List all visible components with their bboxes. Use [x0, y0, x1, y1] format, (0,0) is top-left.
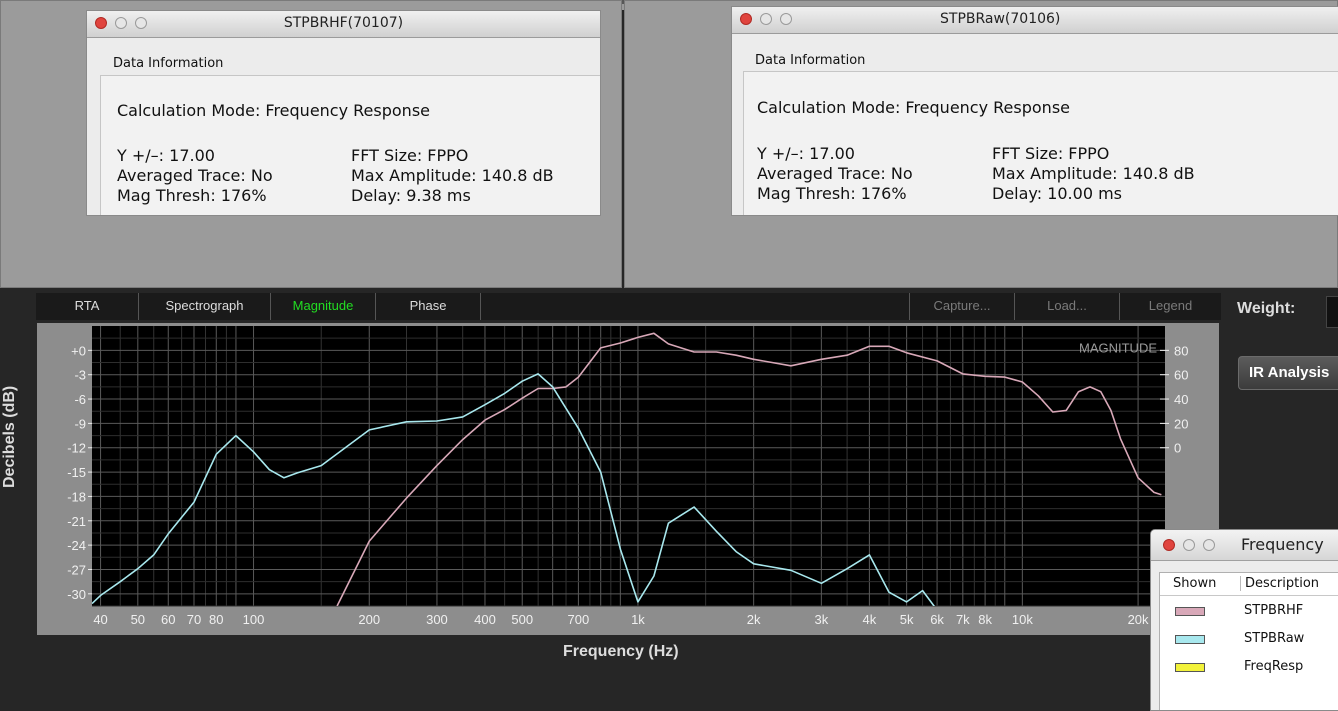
legend-header: Shown Description [1160, 573, 1338, 596]
x-tick-label: 5k [900, 612, 914, 627]
x-tick-label: 500 [511, 612, 533, 627]
x-tick-label: 20k [1128, 612, 1149, 627]
y-tick-label: -6 [74, 392, 86, 407]
right-tick-label: 0 [1174, 441, 1181, 456]
legend-row[interactable]: STPBRHF [1160, 600, 1338, 624]
right-tick-label: 60 [1174, 368, 1188, 383]
x-tick-label: 700 [568, 612, 590, 627]
y-tick-label: +0 [71, 343, 86, 358]
y-tick-label: -3 [74, 368, 86, 383]
y-axis-label: Decibels (dB) [1, 385, 18, 488]
x-tick-label: 10k [1012, 612, 1033, 627]
x-tick-label: 4k [863, 612, 877, 627]
magnitude-chart[interactable]: +0-3-6-9-12-15-18-21-24-27-3080604020040… [0, 0, 1338, 697]
legend-description: FreqResp [1244, 659, 1304, 674]
x-axis-label: Frequency (Hz) [563, 643, 679, 660]
x-tick-label: 1k [631, 612, 645, 627]
y-tick-label: -12 [67, 441, 86, 456]
y-tick-label: -27 [67, 562, 86, 577]
x-tick-label: 7k [956, 612, 970, 627]
right-tick-label: 40 [1174, 392, 1188, 407]
x-tick-label: 2k [747, 612, 761, 627]
x-tick-label: 3k [814, 612, 828, 627]
x-tick-label: 60 [161, 612, 175, 627]
legend-window: Frequency Shown Description STPBRHF STPB… [1150, 529, 1338, 711]
y-tick-label: -9 [74, 416, 86, 431]
x-tick-label: 8k [978, 612, 992, 627]
x-tick-label: 400 [474, 612, 496, 627]
right-tick-label: 20 [1174, 416, 1188, 431]
right-tick-label: 80 [1174, 343, 1188, 358]
x-tick-label: 100 [243, 612, 265, 627]
plot-area [92, 326, 1165, 606]
x-tick-label: 50 [131, 612, 145, 627]
y-tick-label: -30 [67, 587, 86, 602]
col-description[interactable]: Description [1240, 576, 1319, 591]
legend-description: STPBRaw [1244, 631, 1305, 646]
x-tick-label: 40 [93, 612, 107, 627]
legend-row[interactable]: FreqResp [1160, 656, 1338, 680]
minimize-icon[interactable] [1183, 539, 1195, 551]
legend-title: Frequency [1241, 535, 1324, 554]
zoom-icon[interactable] [1203, 539, 1215, 551]
legend-swatch[interactable] [1175, 607, 1205, 616]
col-shown[interactable]: Shown [1173, 576, 1216, 591]
magnitude-overlay-label: MAGNITUDE [1079, 340, 1157, 355]
legend-description: STPBRHF [1244, 603, 1304, 618]
legend-table: Shown Description STPBRHF STPBRaw FreqRe… [1159, 572, 1338, 710]
y-tick-label: -21 [67, 514, 86, 529]
legend-row[interactable]: STPBRaw [1160, 628, 1338, 652]
x-tick-label: 70 [187, 612, 201, 627]
y-tick-label: -15 [67, 465, 86, 480]
legend-swatch[interactable] [1175, 663, 1205, 672]
x-tick-label: 80 [209, 612, 223, 627]
y-tick-label: -24 [67, 538, 86, 553]
close-icon[interactable] [1163, 539, 1175, 551]
x-tick-label: 200 [358, 612, 380, 627]
y-tick-label: -18 [67, 489, 86, 504]
legend-swatch[interactable] [1175, 635, 1205, 644]
legend-titlebar[interactable]: Frequency [1151, 530, 1338, 561]
x-tick-label: 6k [930, 612, 944, 627]
x-tick-label: 300 [426, 612, 448, 627]
